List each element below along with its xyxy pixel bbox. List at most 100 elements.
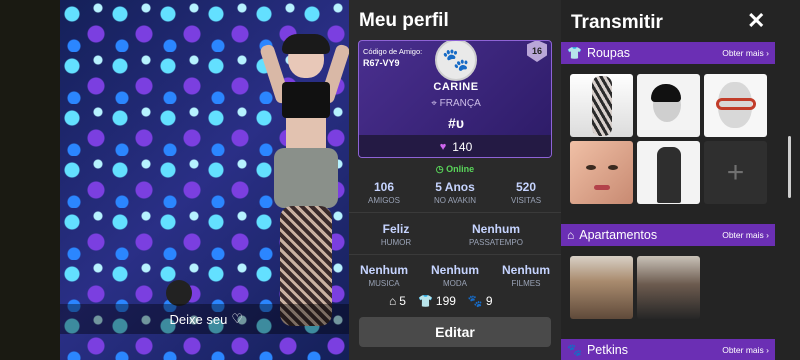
scrollbar[interactable] [788,136,791,198]
friend-code-label: Código de Amigo: [363,47,423,56]
add-item-tile[interactable]: + [704,141,767,204]
outfits-count: 199 [435,294,456,308]
pet-cat[interactable] [166,280,192,306]
profile-name: CARINE [433,81,479,93]
edit-button[interactable]: Editar [359,317,551,347]
online-label: Online [446,164,475,174]
house-icon: ⌂ [389,294,397,308]
section-apartments: ⌂ Apartamentos Obter mais › [561,224,775,246]
online-status: ◷ Online [349,164,561,175]
level-badge: 16 [527,41,547,62]
avatar-waist [286,118,326,152]
movies-field[interactable]: Nenhum FILMES [491,263,561,288]
paw-icon: 🐾 [442,47,470,72]
stat-label: AMIGOS [367,196,400,205]
clothing-item-glasses[interactable] [704,74,767,137]
get-more-link[interactable]: Obter mais › [722,48,769,58]
broadcast-panel: Transmitir ✕ 👕 Roupas Obter mais › + ⌂ A… [561,0,800,360]
stat-years: 5 Anos NO AVAKIN [420,180,490,205]
section-title: Petkins [586,343,628,357]
clothing-item-hair[interactable] [637,74,700,137]
divider [349,212,561,213]
fashion-field[interactable]: Nenhum MODA [420,263,490,288]
stat-label: VISITAS [510,196,542,205]
profile-panel: Meu perfil Código de Amigo: R67-VY9 🐾 16… [349,0,561,360]
movies-label: FILMES [511,279,541,288]
shirt-icon: 👕 [567,46,582,60]
pets-count: 9 [485,294,493,308]
avatar-top [282,82,330,118]
hobby-label: PASSATEMPO [469,238,523,247]
plus-icon: + [726,155,745,189]
get-more-label: Obter mais [722,230,764,240]
divider [349,254,561,255]
shirt-icon: 👕 [417,294,433,308]
mood-value: Feliz [382,222,410,236]
stat-friends[interactable]: 106 AMIGOS [349,180,419,205]
apartment-thumb[interactable] [637,256,700,319]
profile-title: Meu perfil [359,10,449,31]
movies-value: Nenhum [502,263,550,277]
app-root: Deixe seu ♡ Meu perfil Código de Amigo: … [0,0,800,360]
stat-visits: 520 VISITAS [491,180,561,205]
music-value: Nenhum [360,263,408,277]
item-shape [594,185,610,190]
heart-outline-icon: ♡ [231,311,243,326]
hearts-bar[interactable]: ♥ 140 [359,135,551,157]
mood-label: HUMOR [380,238,412,247]
profile-tag: #υ [448,115,464,131]
clothing-item-top[interactable] [637,141,700,204]
avatar-character[interactable] [259,34,349,338]
location-pin-icon: ⌖ [431,98,437,109]
section-title: Roupas [586,46,631,60]
clothing-item-leggings[interactable] [570,74,633,137]
house-icon: ⌂ [567,228,575,242]
paw-icon: 🐾 [467,294,483,308]
item-shape [608,165,618,170]
stat-label: NO AVAKIN [434,196,476,205]
get-more-link[interactable]: Obter mais › [722,345,769,355]
pets-count-group: 🐾 9 [468,294,493,308]
paw-icon: 🐾 [567,343,582,357]
homes-count: 5 [399,294,406,308]
close-icon[interactable]: ✕ [747,8,765,34]
section-clothes: 👕 Roupas Obter mais › [561,42,775,64]
get-more-link[interactable]: Obter mais › [722,230,769,240]
item-shape [651,84,681,102]
fashion-value: Nenhum [431,263,479,277]
location-text: FRANÇA [439,98,481,109]
heart-icon: ♥ [439,141,447,153]
apartment-thumb[interactable] [570,256,633,319]
stat-value: 106 [373,180,395,194]
mood-field[interactable]: Feliz HUMOR [361,222,431,247]
broadcast-title: Transmitir [571,12,663,33]
leave-label: Deixe seu [169,311,228,327]
clothing-item-face[interactable] [570,141,633,204]
fashion-label: MODA [443,279,467,288]
item-shape [592,76,612,136]
friend-code[interactable]: R67-VY9 [363,58,400,68]
stat-value: 5 Anos [435,180,475,194]
get-more-label: Obter mais [722,345,764,355]
profile-location: ⌖ FRANÇA [359,98,551,109]
music-label: MUSICA [368,279,400,288]
hobby-value: Nenhum [472,222,520,236]
homes-count-group: ⌂ 5 [389,294,406,308]
collection-counts: ⌂ 5 👕 199 🐾 9 [389,294,493,308]
item-shape [716,98,756,110]
hearts-count: 140 [452,140,473,154]
profile-picture[interactable]: 🐾 [435,41,477,81]
section-petkins: 🐾 Petkins Obter mais › [561,339,775,360]
leave-love-button[interactable]: Deixe seu ♡ [60,304,349,334]
avatar-shorts [274,148,338,208]
avatar-cap [282,34,330,54]
hobby-field[interactable]: Nenhum PASSATEMPO [461,222,531,247]
section-title: Apartamentos [579,228,658,242]
get-more-label: Obter mais [722,48,764,58]
music-field[interactable]: Nenhum MUSICA [349,263,419,288]
stat-value: 520 [515,180,537,194]
left-edge [0,0,60,360]
outfits-count-group: 👕 199 [418,294,456,308]
profile-card: Código de Amigo: R67-VY9 🐾 16 CARINE ⌖ F… [358,40,552,158]
clock-icon: ◷ [435,164,444,174]
